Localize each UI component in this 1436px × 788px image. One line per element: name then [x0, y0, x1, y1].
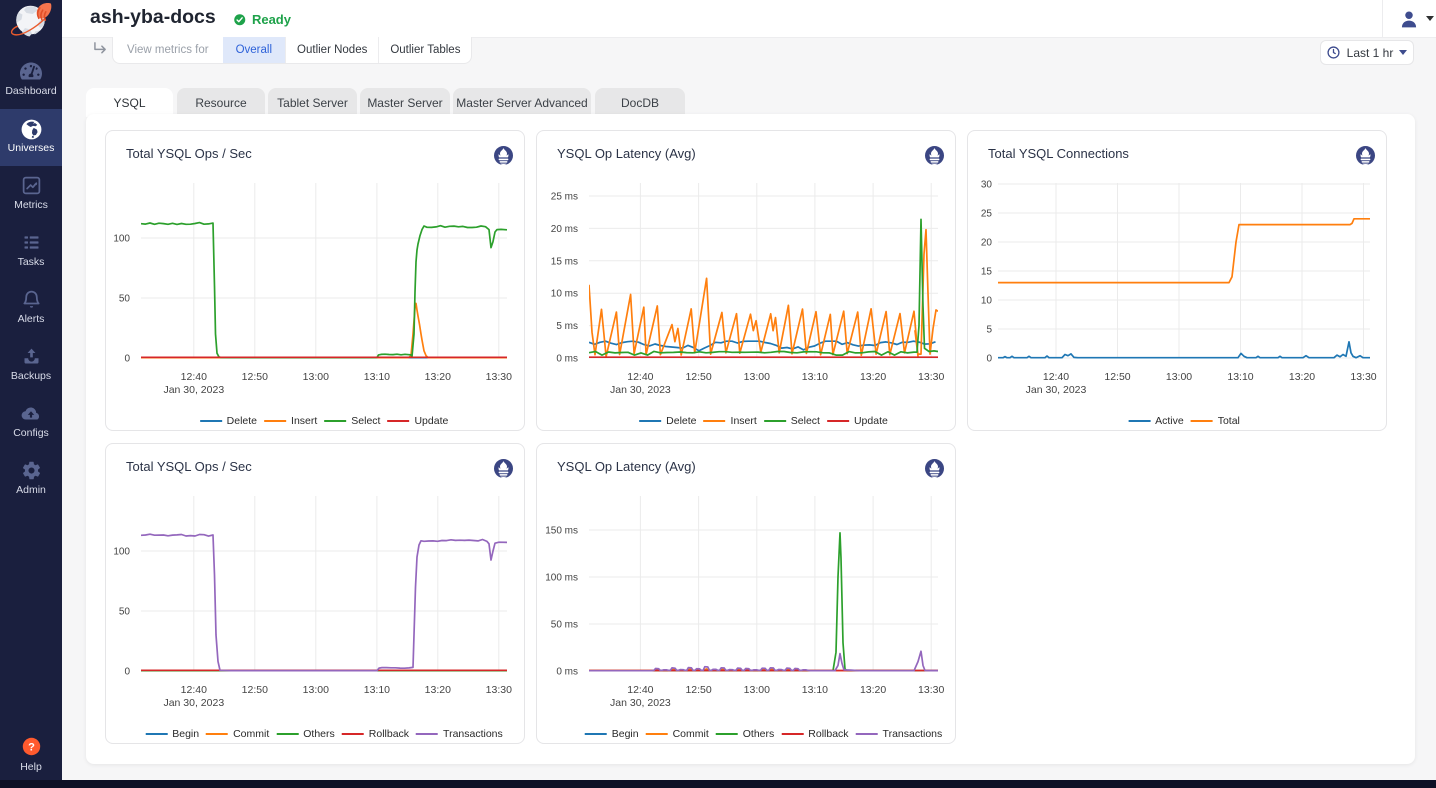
- svg-text:12:40: 12:40: [1043, 371, 1069, 383]
- svg-text:5: 5: [986, 325, 992, 336]
- svg-text:10: 10: [981, 296, 993, 307]
- svg-text:5 ms: 5 ms: [556, 321, 578, 332]
- svg-text:12:40: 12:40: [181, 684, 207, 696]
- svg-text:12:50: 12:50: [1104, 371, 1130, 383]
- svg-text:13:10: 13:10: [364, 371, 390, 383]
- svg-text:13:00: 13:00: [303, 371, 329, 383]
- svg-text:12:40: 12:40: [181, 371, 207, 383]
- svg-text:Jan 30, 2023: Jan 30, 2023: [610, 697, 671, 709]
- svg-text:0: 0: [986, 354, 992, 365]
- svg-text:25: 25: [981, 209, 993, 220]
- svg-text:Jan 30, 2023: Jan 30, 2023: [163, 384, 224, 396]
- svg-text:13:30: 13:30: [486, 371, 512, 383]
- svg-text:13:30: 13:30: [486, 684, 512, 696]
- svg-text:13:20: 13:20: [860, 684, 886, 696]
- svg-text:13:20: 13:20: [1289, 371, 1315, 383]
- svg-text:0 ms: 0 ms: [556, 667, 578, 678]
- svg-text:13:20: 13:20: [425, 371, 451, 383]
- svg-text:12:50: 12:50: [685, 371, 711, 383]
- svg-text:100 ms: 100 ms: [545, 573, 578, 584]
- svg-text:0: 0: [124, 667, 130, 678]
- svg-text:20 ms: 20 ms: [551, 224, 578, 235]
- svg-text:20: 20: [981, 238, 993, 249]
- svg-text:13:20: 13:20: [425, 684, 451, 696]
- svg-text:13:30: 13:30: [918, 371, 944, 383]
- svg-text:12:50: 12:50: [242, 684, 268, 696]
- svg-text:12:40: 12:40: [627, 684, 653, 696]
- svg-text:12:50: 12:50: [242, 371, 268, 383]
- svg-text:12:50: 12:50: [685, 684, 711, 696]
- svg-text:13:00: 13:00: [744, 371, 770, 383]
- svg-text:50: 50: [119, 294, 131, 305]
- svg-text:10 ms: 10 ms: [551, 289, 578, 300]
- svg-text:13:30: 13:30: [918, 684, 944, 696]
- svg-text:15: 15: [981, 267, 993, 278]
- svg-text:13:00: 13:00: [303, 684, 329, 696]
- svg-text:15 ms: 15 ms: [551, 256, 578, 267]
- svg-text:13:00: 13:00: [1166, 371, 1192, 383]
- svg-text:13:10: 13:10: [364, 684, 390, 696]
- svg-text:13:10: 13:10: [802, 371, 828, 383]
- svg-text:0 ms: 0 ms: [556, 354, 578, 365]
- svg-text:13:00: 13:00: [744, 684, 770, 696]
- svg-text:Jan 30, 2023: Jan 30, 2023: [610, 384, 671, 396]
- svg-text:12:40: 12:40: [627, 371, 653, 383]
- svg-text:Jan 30, 2023: Jan 30, 2023: [163, 697, 224, 709]
- svg-text:?: ?: [28, 741, 35, 753]
- svg-text:30: 30: [981, 180, 993, 191]
- svg-text:25 ms: 25 ms: [551, 192, 578, 203]
- svg-text:50 ms: 50 ms: [551, 620, 578, 631]
- svg-text:13:30: 13:30: [1350, 371, 1376, 383]
- svg-text:150 ms: 150 ms: [545, 526, 578, 537]
- svg-text:13:10: 13:10: [1227, 371, 1253, 383]
- svg-text:0: 0: [124, 354, 130, 365]
- svg-text:100: 100: [113, 234, 130, 245]
- svg-text:100: 100: [113, 547, 130, 558]
- svg-text:13:20: 13:20: [860, 371, 886, 383]
- svg-text:13:10: 13:10: [802, 684, 828, 696]
- svg-text:Jan 30, 2023: Jan 30, 2023: [1026, 384, 1087, 396]
- svg-text:50: 50: [119, 607, 131, 618]
